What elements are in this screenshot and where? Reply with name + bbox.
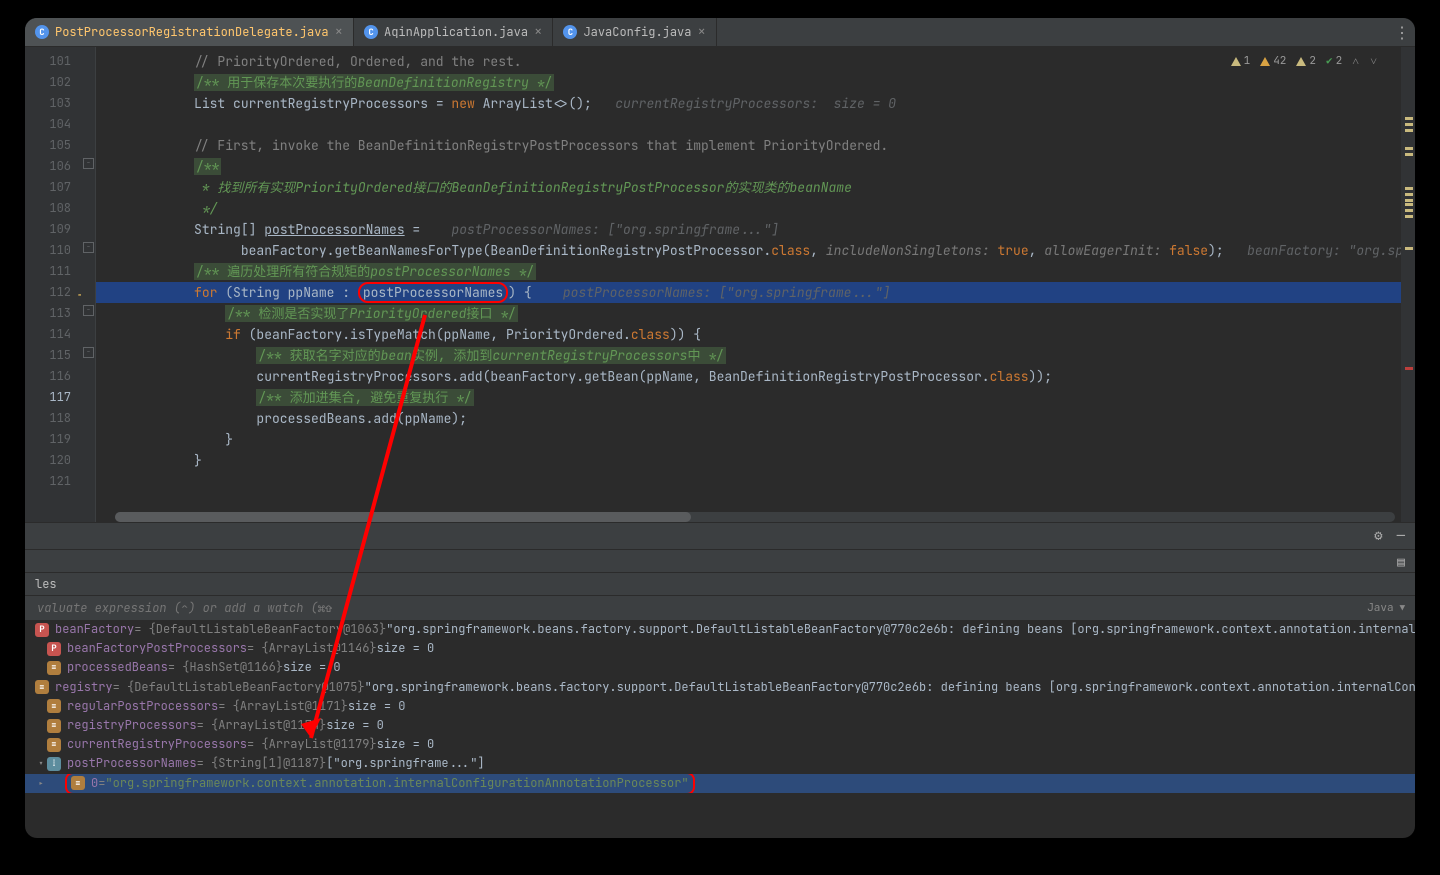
gutter: 101102103104105106107108109110111112➜113… <box>25 47 81 522</box>
line-number[interactable]: 101 <box>25 51 81 72</box>
nav-up-down[interactable]: ˄ ˅ <box>1352 53 1379 69</box>
close-icon[interactable]: × <box>534 25 542 39</box>
layout-icon[interactable]: ▤ <box>1397 553 1405 570</box>
variable-row[interactable]: ≡currentRegistryProcessors = {ArrayList@… <box>25 735 1415 754</box>
variable-row[interactable]: PbeanFactoryPostProcessors = {ArrayList@… <box>25 639 1415 658</box>
panel-gap: ▤ <box>25 549 1415 572</box>
line-number[interactable]: 113 <box>25 303 81 324</box>
line-number[interactable]: 120 <box>25 450 81 471</box>
line-number[interactable]: 103 <box>25 93 81 114</box>
close-icon[interactable]: × <box>697 25 705 39</box>
tab-label: AqinApplication.java <box>384 24 528 40</box>
line-number[interactable]: 102 <box>25 72 81 93</box>
line-number[interactable]: 110 <box>25 240 81 261</box>
variable-child-row[interactable]: ▸≡0 = "org.springframework.context.annot… <box>25 774 1415 793</box>
var-type-icon: ≡ <box>47 719 61 733</box>
line-number[interactable]: 114 <box>25 324 81 345</box>
warning-icon <box>1260 57 1270 66</box>
line-number[interactable]: 105 <box>25 135 81 156</box>
chevron-down-icon[interactable]: ▼ <box>1400 602 1405 614</box>
fold-column[interactable]: − − − − <box>81 47 96 522</box>
line-number[interactable]: 121 <box>25 471 81 492</box>
variable-row[interactable]: ≡regularPostProcessors = {ArrayList@1171… <box>25 697 1415 716</box>
line-number[interactable]: 116 <box>25 366 81 387</box>
editor-tabbar: C PostProcessorRegistrationDelegate.java… <box>25 18 1415 47</box>
var-type-icon: ⦙ <box>47 757 61 771</box>
line-number[interactable]: 107 <box>25 177 81 198</box>
line-number[interactable]: 117 <box>25 387 81 408</box>
code-area[interactable]: // PriorityOrdered, Ordered, and the res… <box>96 47 1415 522</box>
tab-file-3[interactable]: C JavaConfig.java × <box>553 18 716 46</box>
line-number[interactable]: 111 <box>25 261 81 282</box>
close-icon[interactable]: × <box>335 25 343 39</box>
variable-row[interactable]: ≡registryProcessors = {ArrayList@1174} s… <box>25 716 1415 735</box>
warn-count: 42 <box>1273 54 1286 68</box>
line-number[interactable]: 109 <box>25 219 81 240</box>
class-icon: C <box>35 25 49 39</box>
editor-toolstrip: ⚙ — <box>25 522 1415 549</box>
line-number[interactable]: 118 <box>25 408 81 429</box>
var-type-icon: ≡ <box>47 699 61 713</box>
fold-toggle-icon[interactable]: − <box>83 347 94 358</box>
editor: 101102103104105106107108109110111112➜113… <box>25 47 1415 522</box>
tab-file-2[interactable]: C AqinApplication.java × <box>354 18 553 46</box>
gear-icon[interactable]: ⚙ <box>1374 527 1382 545</box>
evaluate-row: Java ▼ <box>25 595 1415 620</box>
debug-vars-header[interactable]: les <box>25 572 1415 595</box>
var-type-icon: ≡ <box>47 661 61 675</box>
inspection-summary[interactable]: 1 42 2 ✔2 ˄ ˅ <box>1231 53 1379 69</box>
line-number[interactable]: 119 <box>25 429 81 450</box>
line-number[interactable]: 106 <box>25 156 81 177</box>
fold-toggle-icon[interactable]: − <box>83 242 94 253</box>
check-icon: ✔ <box>1326 54 1333 68</box>
evaluate-input[interactable] <box>35 599 1367 617</box>
warn-count: 2 <box>1309 54 1316 68</box>
more-tabs-button[interactable]: ⋮ <box>1389 18 1415 46</box>
var-type-icon: P <box>35 623 49 637</box>
warn-count: 1 <box>1244 54 1251 68</box>
class-icon: C <box>563 25 577 39</box>
line-number[interactable]: 108 <box>25 198 81 219</box>
warning-icon <box>1296 57 1306 66</box>
error-stripe[interactable] <box>1401 47 1415 522</box>
class-icon: C <box>364 25 378 39</box>
variable-row[interactable]: ▾⦙postProcessorNames = {String[1]@1187} … <box>25 754 1415 773</box>
variable-row[interactable]: PbeanFactory = {DefaultListableBeanFacto… <box>25 620 1415 639</box>
tab-label: PostProcessorRegistrationDelegate.java <box>55 24 329 40</box>
tab-file-1[interactable]: C PostProcessorRegistrationDelegate.java… <box>25 18 354 46</box>
var-type-icon: ≡ <box>71 776 85 790</box>
debug-tab-label: les <box>35 576 57 592</box>
fold-toggle-icon[interactable]: − <box>83 158 94 169</box>
scrollbar-thumb[interactable] <box>115 512 691 522</box>
variable-row[interactable]: ≡registry = {DefaultListableBeanFactory@… <box>25 678 1415 697</box>
minimize-icon[interactable]: — <box>1397 527 1405 545</box>
fold-toggle-icon[interactable]: − <box>83 305 94 316</box>
variable-row[interactable]: ≡processedBeans = {HashSet@1166} size = … <box>25 658 1415 677</box>
ide-window: C PostProcessorRegistrationDelegate.java… <box>25 18 1415 838</box>
warning-icon <box>1231 57 1241 66</box>
line-number[interactable]: 115 <box>25 345 81 366</box>
tab-label: JavaConfig.java <box>583 24 691 40</box>
eval-language[interactable]: Java <box>1367 601 1393 615</box>
line-number[interactable]: 112➜ <box>25 282 81 303</box>
line-number[interactable]: 104 <box>25 114 81 135</box>
var-type-icon: ≡ <box>35 680 49 694</box>
ok-count: 2 <box>1336 54 1343 68</box>
var-type-icon: P <box>47 642 61 656</box>
variables-panel: PbeanFactory = {DefaultListableBeanFacto… <box>25 620 1415 793</box>
horizontal-scrollbar[interactable] <box>115 512 1395 522</box>
var-type-icon: ≡ <box>47 738 61 752</box>
